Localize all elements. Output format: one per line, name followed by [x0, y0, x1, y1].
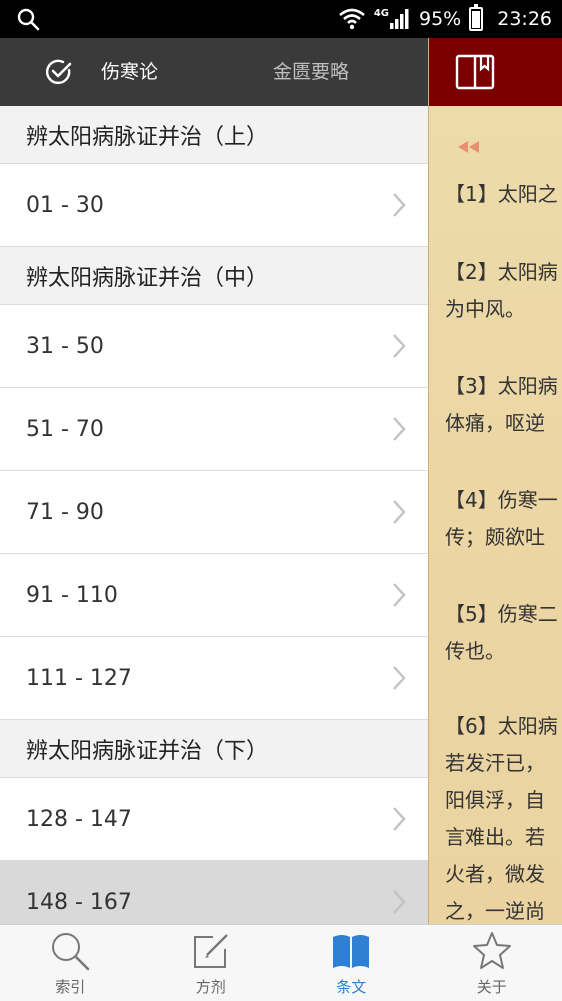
- verse-line: 传也。: [445, 631, 505, 672]
- verse-line: 【6】太阳病: [445, 706, 558, 747]
- chapter-range-label: 91 - 110: [26, 583, 118, 608]
- chevron-right-icon: [392, 806, 406, 832]
- chapter-list: 辨太阳病脉证并治（上） 01 - 30 辨太阳病脉证并治（中） 31 - 50 …: [0, 106, 428, 924]
- nav-index[interactable]: 索引: [0, 925, 141, 1001]
- verse-line: 【5】伤寒二: [445, 594, 558, 635]
- clock: 23:26: [497, 8, 552, 30]
- nav-clauses[interactable]: 条文: [281, 925, 422, 1001]
- chapter-range-item[interactable]: 128 - 147: [0, 778, 428, 861]
- chapter-range-label: 31 - 50: [26, 334, 104, 359]
- nav-label: 条文: [281, 976, 422, 997]
- nav-about[interactable]: 关于: [422, 925, 562, 1001]
- chapter-range-label: 148 - 167: [26, 890, 132, 915]
- chapter-range-item[interactable]: 71 - 90: [0, 471, 428, 554]
- rewind-icon[interactable]: [457, 140, 481, 154]
- chapter-range-item[interactable]: 01 - 30: [0, 164, 428, 247]
- tab-shanghanlun[interactable]: 伤寒论: [101, 57, 158, 84]
- verse-line: 之，一逆尚: [445, 891, 545, 924]
- book-icon: [331, 931, 371, 971]
- chevron-right-icon: [392, 192, 406, 218]
- nav-label: 索引: [0, 976, 141, 997]
- star-icon: [472, 931, 512, 971]
- verse-line: 【3】太阳病: [445, 366, 558, 407]
- section-header: 辨太阳病脉证并治（上）: [0, 106, 428, 164]
- verse-line: 言难出。若: [445, 817, 545, 858]
- nav-label: 关于: [422, 976, 562, 997]
- signal-icon: [389, 8, 411, 30]
- chevron-right-icon: [392, 665, 406, 691]
- verse-line: 火者，微发: [445, 854, 545, 895]
- chapter-drawer: 伤寒论 金匮要略 辨太阳病脉证并治（上） 01 - 30 辨太阳病脉证并治（中）…: [0, 38, 428, 924]
- verse-line: 【2】太阳病: [445, 252, 558, 293]
- chevron-right-icon: [392, 416, 406, 442]
- nav-label: 方剂: [141, 976, 282, 997]
- chapter-range-item[interactable]: 111 - 127: [0, 637, 428, 720]
- chevron-right-icon: [392, 333, 406, 359]
- chapter-range-label: 01 - 30: [26, 193, 104, 218]
- chapter-range-label: 128 - 147: [26, 807, 132, 832]
- battery-icon: [469, 7, 483, 31]
- verse-line: 【4】伤寒一: [445, 480, 558, 521]
- verse-line: 传；颇欲吐: [445, 517, 545, 558]
- edit-icon: [191, 931, 231, 971]
- reader-header: [429, 38, 562, 106]
- verse-line: 阳俱浮，自: [445, 780, 545, 821]
- tab-jinkuiyaolue[interactable]: 金匮要略: [273, 57, 349, 84]
- network-type: 4G: [374, 8, 389, 19]
- battery-percent: 95%: [419, 8, 461, 30]
- section-header: 辨太阳病脉证并治（下）: [0, 720, 428, 778]
- verse-line: 若发汗已，: [445, 743, 545, 784]
- chapter-range-item[interactable]: 51 - 70: [0, 388, 428, 471]
- check-circle-icon: [45, 58, 73, 86]
- section-header: 辨太阳病脉证并治（中）: [0, 247, 428, 305]
- search-icon: [16, 7, 40, 31]
- bottom-nav: 索引 方剂 条文 关于: [0, 924, 562, 1001]
- chevron-right-icon: [392, 582, 406, 608]
- chevron-right-icon: [392, 499, 406, 525]
- open-book-icon[interactable]: [455, 52, 495, 92]
- chapter-range-label: 71 - 90: [26, 500, 104, 525]
- chapter-range-label: 51 - 70: [26, 417, 104, 442]
- search-icon: [50, 931, 90, 971]
- chapter-range-item-selected[interactable]: 148 - 167: [0, 861, 428, 924]
- nav-prescriptions[interactable]: 方剂: [141, 925, 282, 1001]
- chapter-range-label: 111 - 127: [26, 666, 132, 691]
- wifi-icon: [338, 8, 366, 30]
- chapter-range-item[interactable]: 91 - 110: [0, 554, 428, 637]
- chapter-range-item[interactable]: 31 - 50: [0, 305, 428, 388]
- verse-line: 体痛，呕逆: [445, 403, 545, 444]
- verse-line: 为中风。: [445, 289, 525, 330]
- verse-line: 【1】太阳之: [445, 174, 558, 215]
- book-tabs: 伤寒论 金匮要略: [0, 38, 428, 106]
- chevron-right-icon: [392, 889, 406, 915]
- status-bar: 4G 95% 23:26: [0, 0, 562, 38]
- reader-panel[interactable]: 【1】太阳之 【2】太阳病 为中风。 【3】太阳病 体痛，呕逆 【4】伤寒一 传…: [428, 38, 562, 924]
